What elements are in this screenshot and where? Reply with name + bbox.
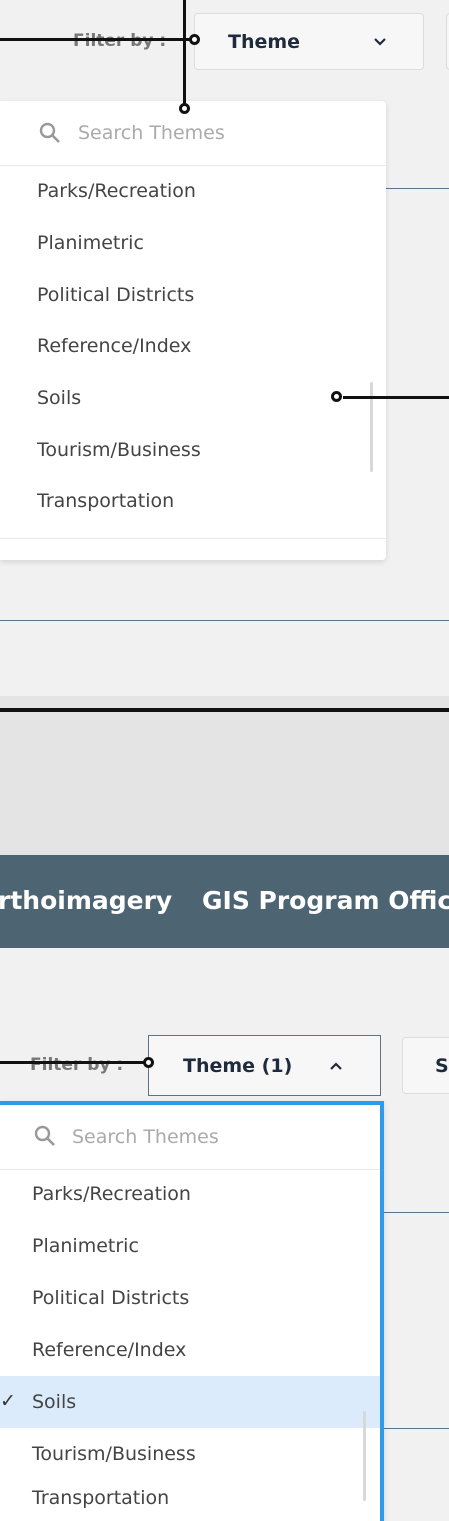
theme-option[interactable]: Planimetric bbox=[0, 217, 386, 269]
search-themes-input[interactable]: Search Themes bbox=[78, 122, 225, 144]
annotation-marker bbox=[331, 391, 342, 402]
nav-item-orthoimagery[interactable]: rthoimagery bbox=[0, 886, 172, 915]
annotation-marker bbox=[143, 1057, 154, 1068]
filter-by-label: Filter by : bbox=[30, 1055, 124, 1075]
content-divider bbox=[382, 1428, 449, 1429]
theme-dropdown-menu-focused: Search Themes Parks/Recreation Planimetr… bbox=[0, 1101, 384, 1521]
annotation-marker bbox=[189, 34, 200, 45]
theme-button-label: Theme (1) bbox=[183, 1054, 293, 1077]
filter-by-label: Filter by : bbox=[73, 31, 167, 51]
theme-dropdown-menu: Search Themes Parks/Recreation Planimetr… bbox=[0, 101, 386, 560]
theme-option[interactable]: Transportation bbox=[0, 475, 386, 527]
theme-button-label: Theme bbox=[228, 30, 301, 53]
annotation-line bbox=[0, 38, 190, 41]
theme-option-selected[interactable]: ✓ Soils bbox=[0, 1376, 380, 1428]
theme-option[interactable]: Reference/Index bbox=[0, 1324, 380, 1376]
content-divider bbox=[386, 188, 449, 189]
theme-option[interactable]: Soils bbox=[0, 372, 386, 424]
screenshot-separator bbox=[0, 708, 449, 712]
theme-option[interactable]: Transportation bbox=[0, 1480, 380, 1516]
search-themes-input[interactable]: Search Themes bbox=[72, 1126, 219, 1148]
theme-filter-button[interactable]: Theme bbox=[194, 13, 424, 70]
theme-option[interactable]: Reference/Index bbox=[0, 320, 386, 372]
dropdown-scrollbar[interactable] bbox=[363, 1411, 366, 1501]
theme-option[interactable]: Tourism/Business bbox=[0, 424, 386, 476]
nav-item-gis-program-office[interactable]: GIS Program Offic bbox=[202, 886, 449, 915]
checkmark-icon: ✓ bbox=[0, 1390, 16, 1412]
theme-option[interactable]: Parks/Recreation bbox=[0, 1168, 380, 1220]
theme-option[interactable]: Tourism/Business bbox=[0, 1428, 380, 1480]
theme-filter-button-open[interactable]: Theme (1) bbox=[148, 1035, 381, 1096]
chevron-down-icon bbox=[374, 38, 386, 46]
content-divider bbox=[0, 620, 449, 621]
next-filter-button[interactable]: S bbox=[402, 1037, 449, 1094]
page-section-band bbox=[0, 696, 449, 855]
annotation-line bbox=[183, 0, 186, 104]
theme-option[interactable]: Political Districts bbox=[0, 1272, 380, 1324]
theme-search-row[interactable]: Search Themes bbox=[0, 1105, 380, 1170]
content-divider bbox=[382, 1212, 449, 1213]
annotation-line bbox=[343, 396, 449, 399]
theme-search-row[interactable]: Search Themes bbox=[0, 101, 386, 166]
chevron-up-icon bbox=[330, 1062, 342, 1070]
annotation-line bbox=[0, 1061, 146, 1064]
dropdown-footer-divider bbox=[0, 538, 386, 539]
main-navbar: rthoimagery GIS Program Offic bbox=[0, 855, 449, 948]
theme-option[interactable]: Planimetric bbox=[0, 1220, 380, 1272]
search-icon bbox=[34, 1125, 55, 1146]
theme-option[interactable]: Political Districts bbox=[0, 269, 386, 321]
search-icon bbox=[39, 122, 60, 143]
theme-option[interactable]: Parks/Recreation bbox=[0, 165, 386, 217]
annotation-marker bbox=[179, 103, 190, 114]
